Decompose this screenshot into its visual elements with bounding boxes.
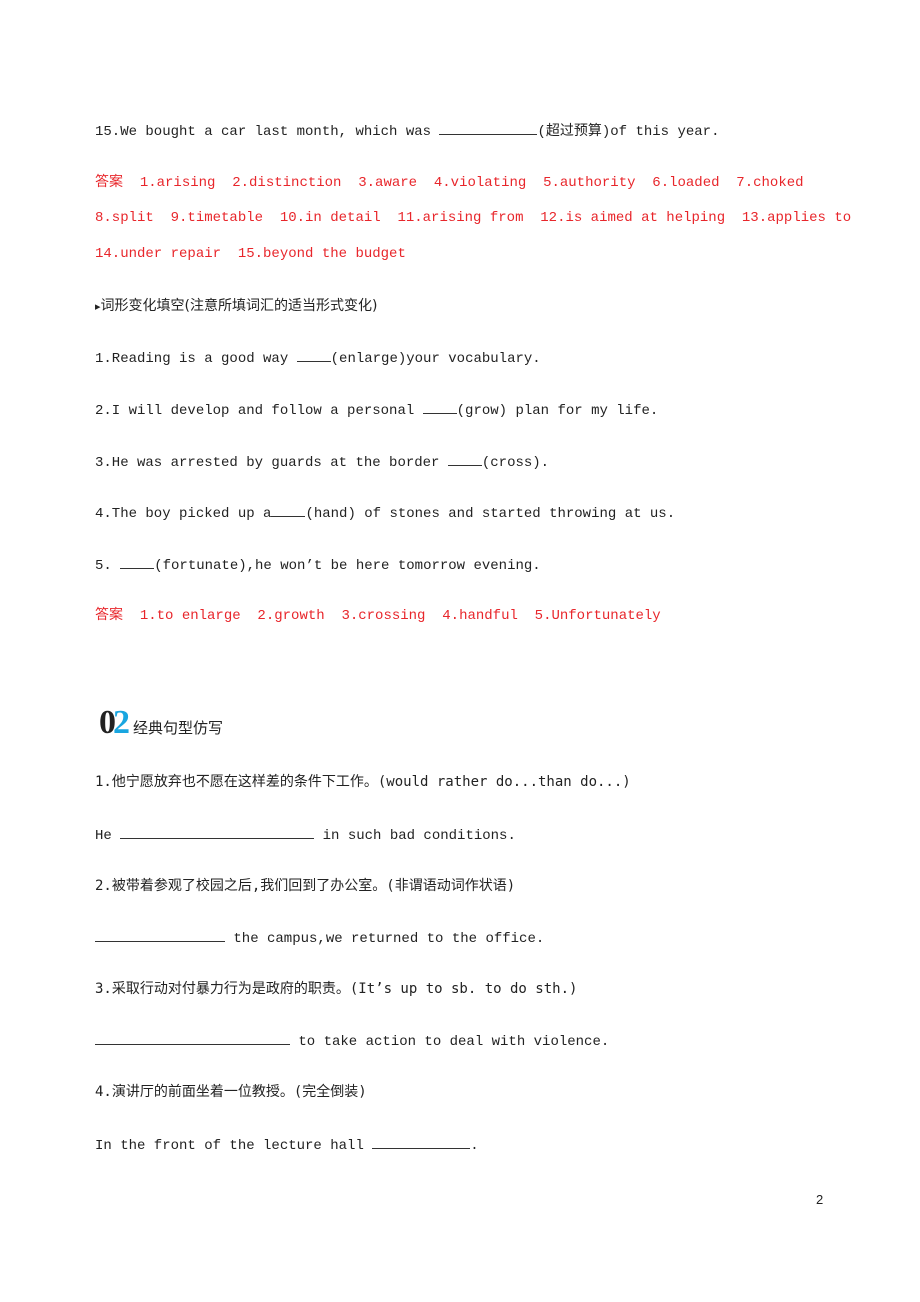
answer-label: 答案	[95, 174, 123, 190]
page-number: 2	[816, 1192, 824, 1207]
sentence-answer-line: In the front of the lecture hall .	[95, 1134, 479, 1156]
section-number-digit: 0	[99, 704, 116, 741]
section-heading-sentence-imitation: 02 经典句型仿写	[99, 700, 223, 740]
word-form-item: 1.Reading is a good way (enlarge)your vo…	[95, 347, 541, 369]
answer-blank[interactable]	[120, 824, 315, 839]
sentence-answer-line: to take action to deal with violence.	[95, 1030, 609, 1052]
answer-key-line-2: 8.split 9.timetable 10.in detail 11.aris…	[95, 210, 852, 226]
answer-blank[interactable]	[296, 347, 331, 362]
sentence-answer-line: He in such bad conditions.	[95, 824, 516, 846]
word-form-item: 2.I will develop and follow a personal (…	[95, 399, 658, 421]
answer-label: 答案	[95, 607, 123, 623]
answer-key-word-form: 答案 1.to enlarge 2.growth 3.crossing 4.ha…	[95, 607, 661, 624]
section-heading-word-form: ▸词形变化填空(注意所填词汇的适当形式变化)	[95, 298, 378, 314]
answer-blank[interactable]	[447, 451, 482, 466]
word-form-item: 5. (fortunate),he won’t be here tomorrow…	[95, 554, 541, 576]
answer-blank[interactable]	[372, 1134, 471, 1149]
answer-blank[interactable]	[439, 120, 538, 135]
answer-blank[interactable]	[271, 502, 306, 517]
answer-blank[interactable]	[95, 1030, 290, 1045]
answer-blank[interactable]	[95, 927, 225, 942]
sentence-prompt: 2.被带着参观了校园之后,我们回到了办公室。(非谓语动词作状语)	[95, 878, 516, 894]
word-form-item: 4.The boy picked up a (hand) of stones an…	[95, 502, 675, 524]
sentence-prompt: 4.演讲厅的前面坐着一位教授。(完全倒装)	[95, 1084, 367, 1100]
sentence-prompt: 3.采取行动对付暴力行为是政府的职责。(It’s up to sb. to do…	[95, 981, 578, 997]
answer-blank[interactable]	[120, 554, 155, 569]
answer-key-line-3: 14.under repair 15.beyond the budget	[95, 246, 406, 262]
question-15: 15.We bought a car last month, which was…	[95, 120, 720, 142]
word-form-item: 3.He was arrested by guards at the borde…	[95, 451, 549, 473]
answer-blank[interactable]	[422, 399, 457, 414]
section-number-digit-accent: 2	[113, 704, 130, 741]
sentence-prompt: 1.他宁愿放弃也不愿在这样差的条件下工作。(would rather do...…	[95, 774, 631, 790]
answer-key-line-1: 答案 1.arising 2.distinction 3.aware 4.vio…	[95, 174, 804, 191]
sentence-answer-line: the campus,we returned to the office.	[95, 927, 544, 949]
section-title: 经典句型仿写	[133, 719, 224, 737]
